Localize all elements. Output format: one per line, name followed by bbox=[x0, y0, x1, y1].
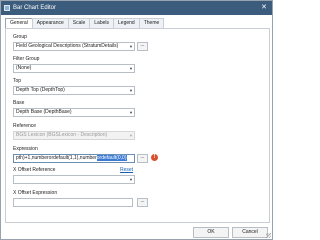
expression-selected-text: ordefault(0,0) bbox=[96, 155, 127, 161]
filter-group-value: (None) bbox=[16, 65, 32, 71]
expression-builder-button[interactable]: ... bbox=[137, 154, 148, 163]
x-offset-expression-builder-button[interactable]: ... bbox=[137, 198, 148, 207]
base-select[interactable]: Depth Base (DepthBase) ▼ bbox=[13, 108, 135, 117]
tab-appearance[interactable]: Appearance bbox=[31, 18, 69, 28]
top-value: Depth Top (DepthTop) bbox=[16, 87, 65, 93]
error-icon: ! bbox=[151, 154, 158, 161]
group-label: Group bbox=[13, 34, 27, 40]
x-offset-expression-input[interactable] bbox=[13, 198, 133, 207]
general-panel: Group Field Geological Descriptions (Str… bbox=[5, 28, 270, 223]
tab-scale[interactable]: Scale bbox=[67, 18, 91, 28]
filter-group-select[interactable]: (None) ▼ bbox=[13, 64, 135, 73]
tab-strip: General Appearance Scale Labels Legend T… bbox=[5, 18, 165, 29]
group-select[interactable]: Field Geological Descriptions (StratumDe… bbox=[13, 42, 135, 51]
chevron-down-icon: ▼ bbox=[129, 133, 133, 138]
reference-select: BGS Lexicon (BGSLexicon - Description) ▼ bbox=[13, 131, 135, 140]
top-select[interactable]: Depth Top (DepthTop) ▼ bbox=[13, 86, 135, 95]
reference-label: Reference bbox=[13, 123, 37, 129]
base-label: Base bbox=[13, 100, 25, 106]
resize-grip[interactable] bbox=[266, 233, 271, 238]
bar-chart-editor-window: Bar Chart Editor ✕ General Appearance Sc… bbox=[0, 0, 273, 240]
chevron-down-icon: ▼ bbox=[129, 88, 133, 93]
group-value: Field Geological Descriptions (StratumDe… bbox=[16, 43, 119, 49]
close-button[interactable]: ✕ bbox=[260, 4, 268, 12]
window-title: Bar Chart Editor bbox=[13, 5, 57, 11]
ok-button[interactable]: OK bbox=[193, 227, 229, 238]
cancel-button[interactable]: Cancel bbox=[232, 227, 268, 238]
x-offset-reference-select[interactable]: ▼ bbox=[13, 175, 135, 184]
tab-labels[interactable]: Labels bbox=[89, 18, 115, 28]
tab-legend[interactable]: Legend bbox=[113, 18, 140, 28]
expression-input[interactable]: pth)+1,numberordefault(1,1),numberordefa… bbox=[13, 154, 135, 163]
group-browse-button[interactable]: ... bbox=[137, 42, 148, 51]
chevron-down-icon: ▼ bbox=[129, 44, 133, 49]
reset-link[interactable]: Reset bbox=[120, 167, 133, 173]
expression-text: pth)+1,numberordefault(1,1),number bbox=[16, 155, 97, 161]
x-offset-expression-label: X Offset Expression bbox=[13, 190, 58, 196]
x-offset-reference-label: X Offset Reference bbox=[13, 167, 56, 173]
base-value: Depth Base (DepthBase) bbox=[16, 109, 72, 115]
tab-theme[interactable]: Theme bbox=[138, 18, 165, 28]
chevron-down-icon: ▼ bbox=[129, 66, 133, 71]
chevron-down-icon: ▼ bbox=[129, 177, 133, 182]
top-label: Top bbox=[13, 78, 22, 84]
filter-group-label: Filter Group bbox=[13, 56, 40, 62]
app-icon bbox=[4, 5, 10, 11]
title-bar: Bar Chart Editor ✕ bbox=[1, 1, 272, 15]
reference-value: BGS Lexicon (BGSLexicon - Description) bbox=[16, 132, 108, 138]
chevron-down-icon: ▼ bbox=[129, 110, 133, 115]
expression-label: Expression bbox=[13, 146, 38, 152]
